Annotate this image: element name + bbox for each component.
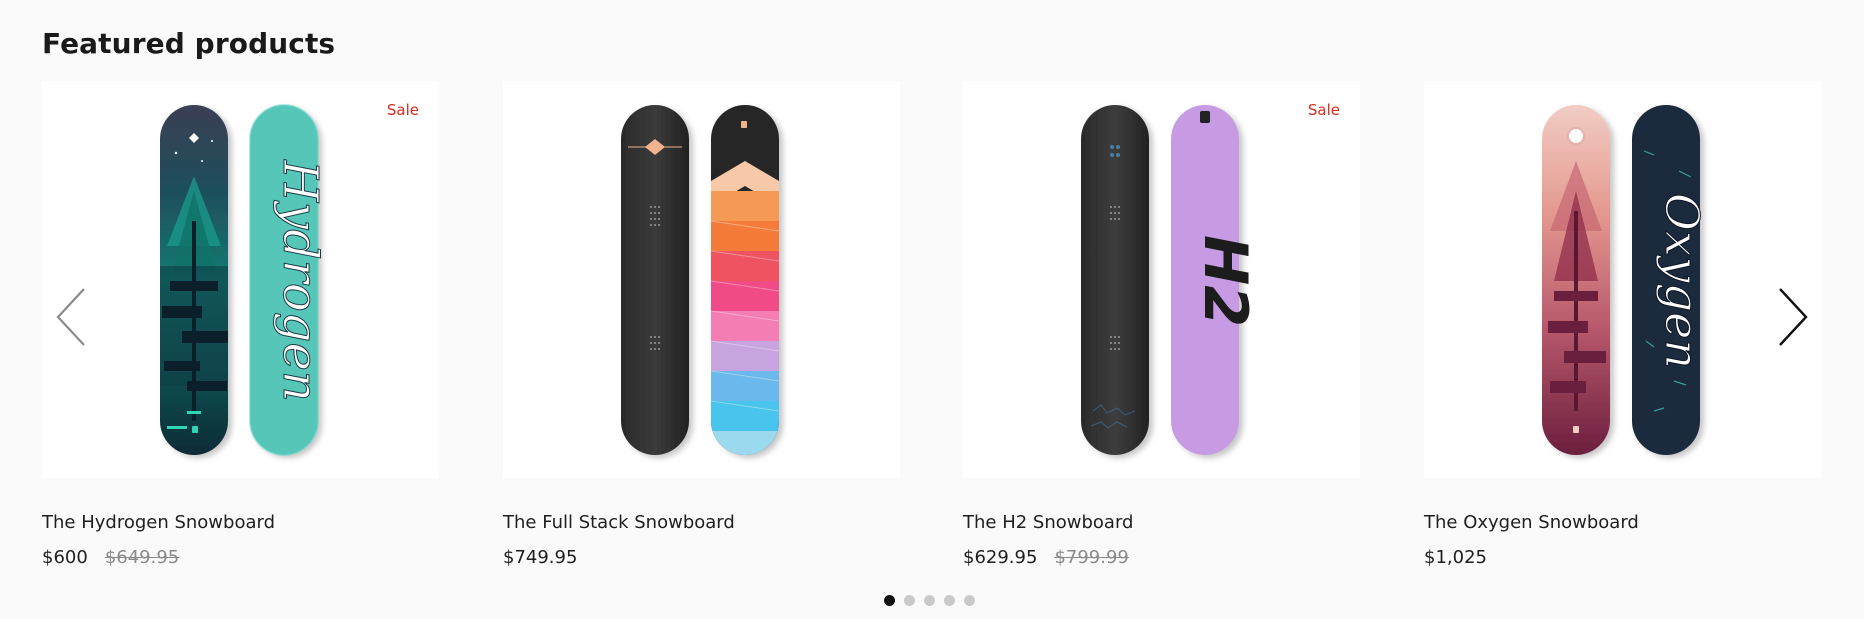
sale-badge: Sale bbox=[386, 101, 419, 119]
sale-price: $629.95 bbox=[963, 547, 1038, 568]
compare-price: $799.99 bbox=[1054, 547, 1129, 568]
pagination-dot[interactable] bbox=[924, 595, 935, 606]
pagination-dot[interactable] bbox=[964, 595, 975, 606]
snowboard-image: Oxygen bbox=[1542, 105, 1710, 455]
product-title[interactable]: The H2 Snowboard bbox=[963, 512, 1133, 533]
product-image[interactable]: Hydrogen Sale bbox=[42, 81, 439, 478]
chevron-left-icon bbox=[56, 288, 85, 346]
compare-price: $649.95 bbox=[104, 547, 180, 568]
carousel-next-button[interactable] bbox=[1772, 285, 1812, 349]
product-card-h2[interactable]: H2 Sale The H2 Snowboard $629.95 $799.99 bbox=[963, 81, 1360, 568]
chevron-right-icon bbox=[1779, 288, 1808, 346]
board-graphic-text: Oxygen bbox=[1655, 193, 1709, 369]
product-title[interactable]: The Full Stack Snowboard bbox=[503, 512, 735, 533]
sale-badge: Sale bbox=[1307, 101, 1340, 119]
product-image[interactable] bbox=[503, 81, 900, 478]
featured-products-section: Featured products Hydrogen Sale The Hydr… bbox=[0, 0, 1864, 619]
product-title[interactable]: The Oxygen Snowboard bbox=[1424, 512, 1639, 533]
product-image[interactable]: H2 Sale bbox=[963, 81, 1360, 478]
price-row: $600 $649.95 bbox=[42, 547, 179, 568]
sale-price: $600 bbox=[42, 547, 88, 568]
board-graphic-text: Hydrogen bbox=[272, 159, 328, 402]
product-card-oxygen[interactable]: Oxygen The Oxygen Snowboard $1,025 bbox=[1424, 81, 1821, 568]
product-card-full-stack[interactable]: The Full Stack Snowboard $749.95 bbox=[503, 81, 900, 568]
product-carousel: Hydrogen Sale The Hydrogen Snowboard $60… bbox=[42, 81, 1822, 581]
pagination-dot[interactable] bbox=[884, 595, 895, 606]
product-title[interactable]: The Hydrogen Snowboard bbox=[42, 512, 275, 533]
price-row: $749.95 bbox=[503, 547, 577, 568]
section-title: Featured products bbox=[42, 27, 336, 60]
snowboard-image: Hydrogen bbox=[160, 104, 329, 456]
carousel-prev-button[interactable] bbox=[52, 285, 92, 349]
price: $1,025 bbox=[1424, 547, 1487, 568]
product-card-hydrogen[interactable]: Hydrogen Sale The Hydrogen Snowboard $60… bbox=[42, 81, 439, 568]
price: $749.95 bbox=[503, 547, 578, 568]
pagination-dot[interactable] bbox=[944, 595, 955, 606]
pagination-dot[interactable] bbox=[904, 595, 915, 606]
price-row: $1,025 bbox=[1424, 547, 1487, 568]
board-graphic-text: H2 bbox=[1190, 235, 1260, 327]
product-image[interactable]: Oxygen bbox=[1424, 81, 1821, 478]
snowboard-image: H2 bbox=[1081, 105, 1260, 455]
snowboard-image bbox=[621, 105, 779, 455]
price-row: $629.95 $799.99 bbox=[963, 547, 1129, 568]
